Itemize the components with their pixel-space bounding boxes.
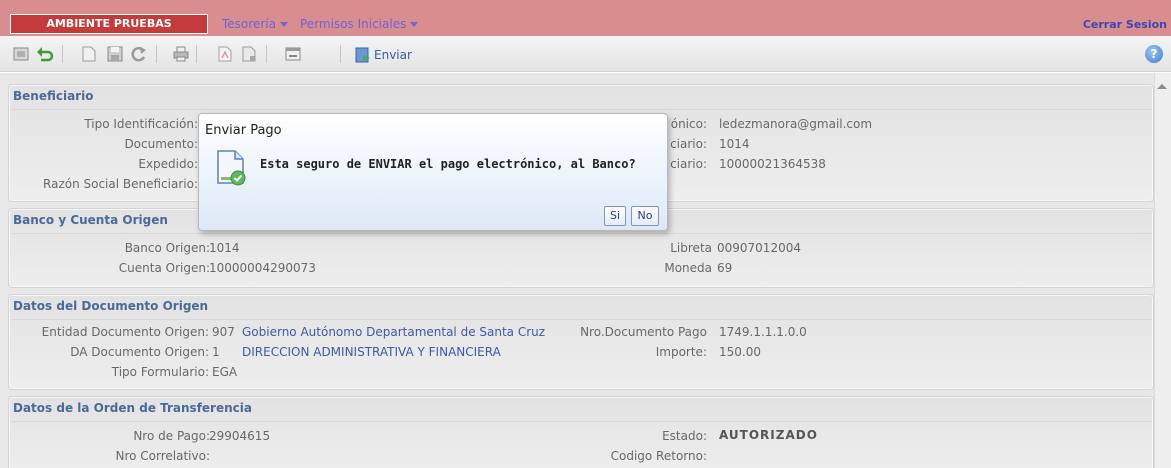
field-value: 1 <box>212 345 220 359</box>
field-value: 907 <box>212 325 235 339</box>
undo-icon[interactable] <box>34 44 56 64</box>
send-button[interactable]: Enviar <box>355 45 412 65</box>
field-label: ciario: <box>670 137 707 151</box>
confirm-dialog: Enviar Pago Esta seguro de ENVIAR el pag… <box>198 113 668 231</box>
field-label: Banco Origen: <box>124 241 210 255</box>
toolbar-separator <box>62 45 63 63</box>
field-label: Moneda <box>664 261 712 275</box>
field-label: Nro.Documento Pago <box>580 325 707 339</box>
divider <box>11 319 1151 320</box>
da-description: DIRECCION ADMINISTRATIVA Y FINANCIERA <box>242 345 501 359</box>
field-label: Estado: <box>662 429 707 443</box>
field-label: Cuenta Origen: <box>118 261 210 275</box>
top-bar: AMBIENTE PRUEBAS Tesorería Permisos Inic… <box>0 0 1171 36</box>
menu-permisos-iniciales[interactable]: Permisos Iniciales <box>300 17 419 31</box>
field-value: 150.00 <box>719 345 761 359</box>
dialog-title: Enviar Pago <box>205 123 282 138</box>
field-label: ónico: <box>670 117 707 131</box>
panel-orden-transferencia: Datos de la Orden de Transferencia Nro d… <box>8 396 1154 468</box>
field-label: Tipo Identificación: <box>84 117 198 131</box>
environment-badge: AMBIENTE PRUEBAS <box>10 14 208 34</box>
menu-tesoreria[interactable]: Tesorería <box>222 17 288 31</box>
logout-link[interactable]: Cerrar Sesion <box>1083 18 1167 31</box>
window-icon[interactable] <box>282 44 304 64</box>
pdf-icon[interactable] <box>214 44 236 64</box>
divider <box>11 109 1151 110</box>
new-document-icon[interactable] <box>78 44 100 64</box>
scroll-up-arrow-icon[interactable] <box>1157 84 1167 89</box>
status-value: AUTORIZADO <box>719 428 818 442</box>
terminal-icon[interactable] <box>10 44 32 64</box>
entity-description: Gobierno Autónomo Departamental de Santa… <box>242 325 546 339</box>
field-value: 00907012004 <box>717 241 801 255</box>
document-view-icon[interactable] <box>238 44 260 64</box>
field-label: Documento: <box>124 137 198 151</box>
send-button-label[interactable]: Enviar <box>374 48 412 62</box>
document-check-icon <box>215 149 247 187</box>
toolbar-separator <box>266 45 267 63</box>
panel-title: Banco y Cuenta Origen <box>13 213 168 227</box>
field-label: Razón Social Beneficiario: <box>43 177 198 191</box>
field-label: Expedido: <box>138 157 198 171</box>
chevron-down-icon <box>410 22 419 27</box>
field-label: Entidad Documento Origen: <box>41 325 209 339</box>
divider <box>11 421 1151 422</box>
field-label: ciario: <box>670 157 707 171</box>
field-value: 29904615 <box>209 429 271 443</box>
no-button[interactable]: No <box>631 206 659 226</box>
toolbar-separator <box>156 45 157 63</box>
toolbar-separator <box>340 45 341 63</box>
field-value: 1749.1.1.1.0.0 <box>719 325 807 339</box>
field-label: DA Documento Origen: <box>70 345 209 359</box>
field-value: 10000004290073 <box>209 261 316 275</box>
save-icon[interactable] <box>104 44 126 64</box>
dialog-message: Esta seguro de ENVIAR el pago electrónic… <box>260 157 636 171</box>
toolbar: Enviar ? <box>0 36 1171 72</box>
menu-tesoreria-label[interactable]: Tesorería <box>222 17 276 31</box>
scrollbar[interactable] <box>1154 73 1171 468</box>
field-label: Tipo Formulario: <box>111 365 209 379</box>
field-label: Nro de Pago: <box>133 429 210 443</box>
panel-title: Datos de la Orden de Transferencia <box>13 401 252 415</box>
help-icon[interactable]: ? <box>1145 45 1163 63</box>
redo-icon[interactable] <box>128 44 150 64</box>
menu-permisos-label[interactable]: Permisos Iniciales <box>300 17 406 31</box>
field-label: Codigo Retorno: <box>610 449 707 463</box>
send-icon <box>355 47 370 63</box>
chevron-down-icon <box>279 22 288 27</box>
panel-documento-origen: Datos del Documento Origen Entidad Docum… <box>8 294 1154 390</box>
divider <box>11 233 1151 234</box>
field-label: Libreta <box>670 241 712 255</box>
print-icon[interactable] <box>170 44 192 64</box>
field-value: 69 <box>717 261 733 275</box>
panel-title: Datos del Documento Origen <box>13 299 209 313</box>
field-value: 1014 <box>719 137 750 151</box>
field-value: 10000021364538 <box>719 157 826 171</box>
field-value: 1014 <box>209 241 240 255</box>
yes-button[interactable]: Si <box>604 206 626 226</box>
field-value: EGA <box>212 365 238 379</box>
panel-title: Beneficiario <box>13 89 94 103</box>
field-label: Nro Correlativo: <box>115 449 210 463</box>
field-label: Importe: <box>655 345 707 359</box>
email-value: ledezmanora@gmail.com <box>719 117 873 131</box>
toolbar-separator <box>196 45 197 63</box>
